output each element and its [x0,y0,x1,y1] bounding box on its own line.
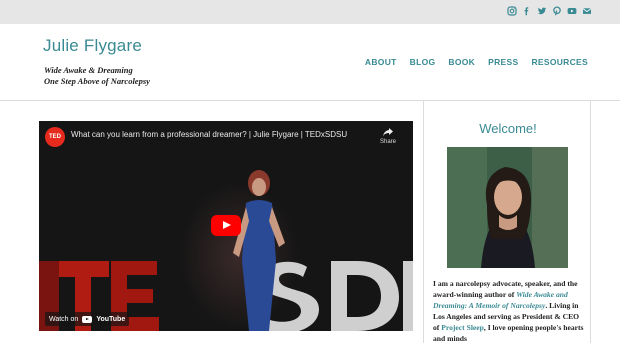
social-links [507,6,592,16]
top-bar [0,0,620,24]
facebook-icon[interactable] [522,6,532,16]
main-nav: ABOUT BLOG BOOK PRESS RESOURCES [365,57,588,67]
nav-blog[interactable]: BLOG [410,57,436,67]
instagram-icon[interactable] [507,6,517,16]
share-label: Share [379,139,396,145]
nav-resources[interactable]: RESOURCES [531,57,588,67]
watch-on-youtube-button[interactable]: Watch on YouTube [45,312,130,326]
ted-channel-logo[interactable]: TED [45,127,65,147]
site-title[interactable]: Julie Flygare [43,36,142,56]
tagline-line-1: Wide Awake & Dreaming [44,65,133,75]
twitter-icon[interactable] [537,6,547,16]
sidebar-heading: Welcome! [479,121,537,136]
author-portrait [447,147,568,268]
site-tagline: Wide Awake & Dreaming One Step Above of … [44,65,150,87]
youtube-icon[interactable] [567,6,577,16]
email-icon[interactable] [582,6,592,16]
video-embed[interactable]: TED What can you learn from a profession… [39,121,413,331]
share-button[interactable]: Share [377,127,399,145]
author-bio: I am a narcolepsy advocate, speaker, and… [433,278,585,343]
pinterest-icon[interactable] [552,6,562,16]
video-title[interactable]: What can you learn from a professional d… [71,130,347,139]
project-sleep-link[interactable]: Project Sleep [441,323,484,332]
speaker-figure [233,170,285,331]
share-icon [383,128,393,137]
site-header: Julie Flygare Wide Awake & Dreaming One … [0,24,620,101]
tagline-line-2: One Step Above of Narcolepsy [44,76,150,86]
nav-about[interactable]: ABOUT [365,57,397,67]
watch-on-label: Watch on [49,315,79,323]
nav-press[interactable]: PRESS [488,57,518,67]
sidebar: Welcome! I am a narcolepsy advocate, spe… [423,101,591,343]
play-button[interactable] [211,215,241,236]
youtube-logo-icon [82,315,93,323]
youtube-wordmark: YouTube [96,315,126,323]
nav-book[interactable]: BOOK [448,57,475,67]
